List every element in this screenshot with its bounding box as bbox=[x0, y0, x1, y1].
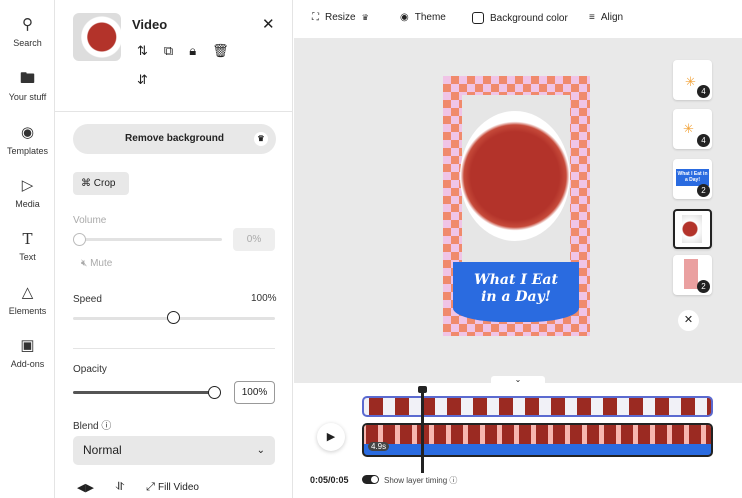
volume-label: Volume bbox=[73, 215, 107, 226]
video-thumbnail bbox=[73, 13, 121, 61]
panel-title: Video bbox=[132, 17, 168, 32]
time-display: 0:05/0:05 bbox=[310, 475, 349, 485]
layer-thumb[interactable]: ✳ 4 bbox=[673, 109, 712, 149]
search-icon: ⚲ bbox=[22, 16, 33, 33]
expand-icon: ⤢ bbox=[146, 481, 155, 493]
flip-horizontal-icon[interactable]: ◀▶ bbox=[77, 481, 94, 494]
resize-icon: ⛶ bbox=[312, 12, 319, 23]
sparkle-icon: ✳ bbox=[683, 121, 694, 136]
rail-addons[interactable]: ▣ Add-ons bbox=[0, 337, 55, 369]
addons-icon: ▣ bbox=[20, 337, 35, 354]
info-icon[interactable]: ⓘ bbox=[449, 476, 457, 485]
color-swatch-icon bbox=[472, 12, 484, 24]
rail-your-stuff[interactable]: 🖿 Your stuff bbox=[0, 70, 55, 102]
rail-media[interactable]: ▷ Media bbox=[0, 177, 55, 209]
palette-icon: ◉ bbox=[400, 12, 409, 23]
layer-thumb[interactable]: 2 bbox=[673, 255, 712, 295]
flip-vertical-icon[interactable]: ⥯ bbox=[116, 481, 124, 494]
rail-search[interactable]: ⚲ Search bbox=[0, 16, 55, 48]
blend-label: Blend ⓘ bbox=[73, 421, 112, 432]
premium-crown-icon: ♛ bbox=[361, 13, 369, 22]
close-icon: ✕ bbox=[683, 314, 694, 326]
title-banner[interactable]: What I Eat in a Day! bbox=[453, 262, 579, 322]
crop-button[interactable]: ⌘ Crop bbox=[73, 172, 129, 195]
fill-video-button[interactable]: ⤢ Fill Video bbox=[146, 481, 199, 494]
media-icon: ▷ bbox=[21, 177, 34, 194]
rail-templates[interactable]: ◉ Templates bbox=[0, 124, 55, 156]
rail-elements[interactable]: △ Elements bbox=[0, 284, 55, 316]
replace-icon[interactable]: ⇅ bbox=[137, 43, 148, 59]
playhead[interactable] bbox=[421, 387, 424, 473]
mute-toggle[interactable]: 🔇︎ Mute bbox=[81, 258, 112, 269]
opacity-value[interactable]: 100% bbox=[234, 381, 275, 404]
speed-label: Speed bbox=[73, 294, 102, 305]
speed-value: 100% bbox=[251, 293, 277, 304]
show-layer-timing-label: Show layer timing ⓘ bbox=[384, 476, 458, 485]
layer-timing-toggle[interactable] bbox=[362, 475, 379, 484]
properties-panel: Video ✕ ⇅ ⧉ 🔒︎ 🗑︎ ⇵ Remove background ♛ ⌘… bbox=[55, 0, 293, 498]
volume-value[interactable]: 0% bbox=[233, 228, 275, 251]
volume-knob[interactable] bbox=[73, 233, 86, 246]
left-rail: ⚲ Search 🖿 Your stuff ◉ Templates ▷ Media TT… bbox=[0, 0, 55, 498]
layer-thumb-selected[interactable] bbox=[673, 209, 712, 249]
duplicate-icon[interactable]: ⧉ bbox=[164, 43, 173, 59]
opacity-slider[interactable] bbox=[73, 391, 215, 394]
design-page[interactable]: What I Eat in a Day! bbox=[443, 76, 590, 336]
crop-icon: ⌘ bbox=[81, 178, 91, 189]
blend-select[interactable]: Normal ⌄ bbox=[73, 436, 275, 465]
sparkle-icon: ✳ bbox=[685, 74, 696, 89]
chevron-down-icon: ⌄ bbox=[256, 445, 265, 456]
delete-icon[interactable]: 🗑︎ bbox=[212, 43, 229, 59]
text-icon: T bbox=[22, 230, 33, 248]
align-icon: ≡ bbox=[589, 12, 595, 23]
opacity-label: Opacity bbox=[73, 364, 107, 375]
top-toolbar: ⛶ Resize ♛ ◉ Theme Background color ≡ Align bbox=[294, 0, 742, 38]
mute-icon: 🔇︎ bbox=[81, 258, 88, 269]
elements-icon: △ bbox=[21, 284, 34, 301]
layer-thumb[interactable]: What I Eat in a Day! 2 bbox=[673, 159, 712, 199]
rail-text[interactable]: T Text bbox=[0, 230, 55, 262]
opacity-knob[interactable] bbox=[208, 386, 221, 399]
layer-thumb[interactable]: ✳ 4 bbox=[673, 60, 712, 100]
speed-knob[interactable] bbox=[167, 311, 180, 324]
canvas-area: What I Eat in a Day! ✳ 4 ✳ 4 What I Eat in… bbox=[294, 38, 742, 384]
play-button[interactable]: ▶ bbox=[317, 423, 345, 451]
close-layers-button[interactable]: ✕ bbox=[678, 310, 699, 331]
align-button[interactable]: ≡ Align bbox=[589, 12, 623, 23]
clip-duration: 4.9s bbox=[368, 442, 390, 451]
remove-background-button[interactable]: Remove background ♛ bbox=[73, 124, 276, 154]
timeline: ▶ 4.9s 0:05/0:05 Show layer timing ⓘ bbox=[294, 383, 742, 498]
playhead-handle[interactable] bbox=[418, 386, 427, 393]
lock-icon[interactable]: 🔒︎ bbox=[189, 43, 196, 59]
templates-icon: ◉ bbox=[20, 124, 35, 141]
strawberry-video[interactable] bbox=[460, 95, 570, 263]
volume-slider[interactable] bbox=[77, 238, 222, 241]
arrange-icon[interactable]: ⇵ bbox=[137, 72, 148, 88]
background-color-button[interactable]: Background color bbox=[472, 12, 568, 24]
play-icon: ▶ bbox=[326, 431, 336, 443]
premium-crown-icon: ♛ bbox=[254, 132, 268, 146]
page-track[interactable]: 4.9s bbox=[362, 423, 713, 457]
folder-icon: 🖿 bbox=[19, 70, 35, 87]
resize-button[interactable]: ⛶ Resize ♛ bbox=[312, 12, 369, 23]
video-track[interactable] bbox=[362, 396, 713, 417]
info-icon[interactable]: ⓘ bbox=[101, 421, 111, 432]
close-icon[interactable]: ✕ bbox=[262, 15, 275, 33]
theme-button[interactable]: ◉ Theme bbox=[400, 12, 446, 23]
